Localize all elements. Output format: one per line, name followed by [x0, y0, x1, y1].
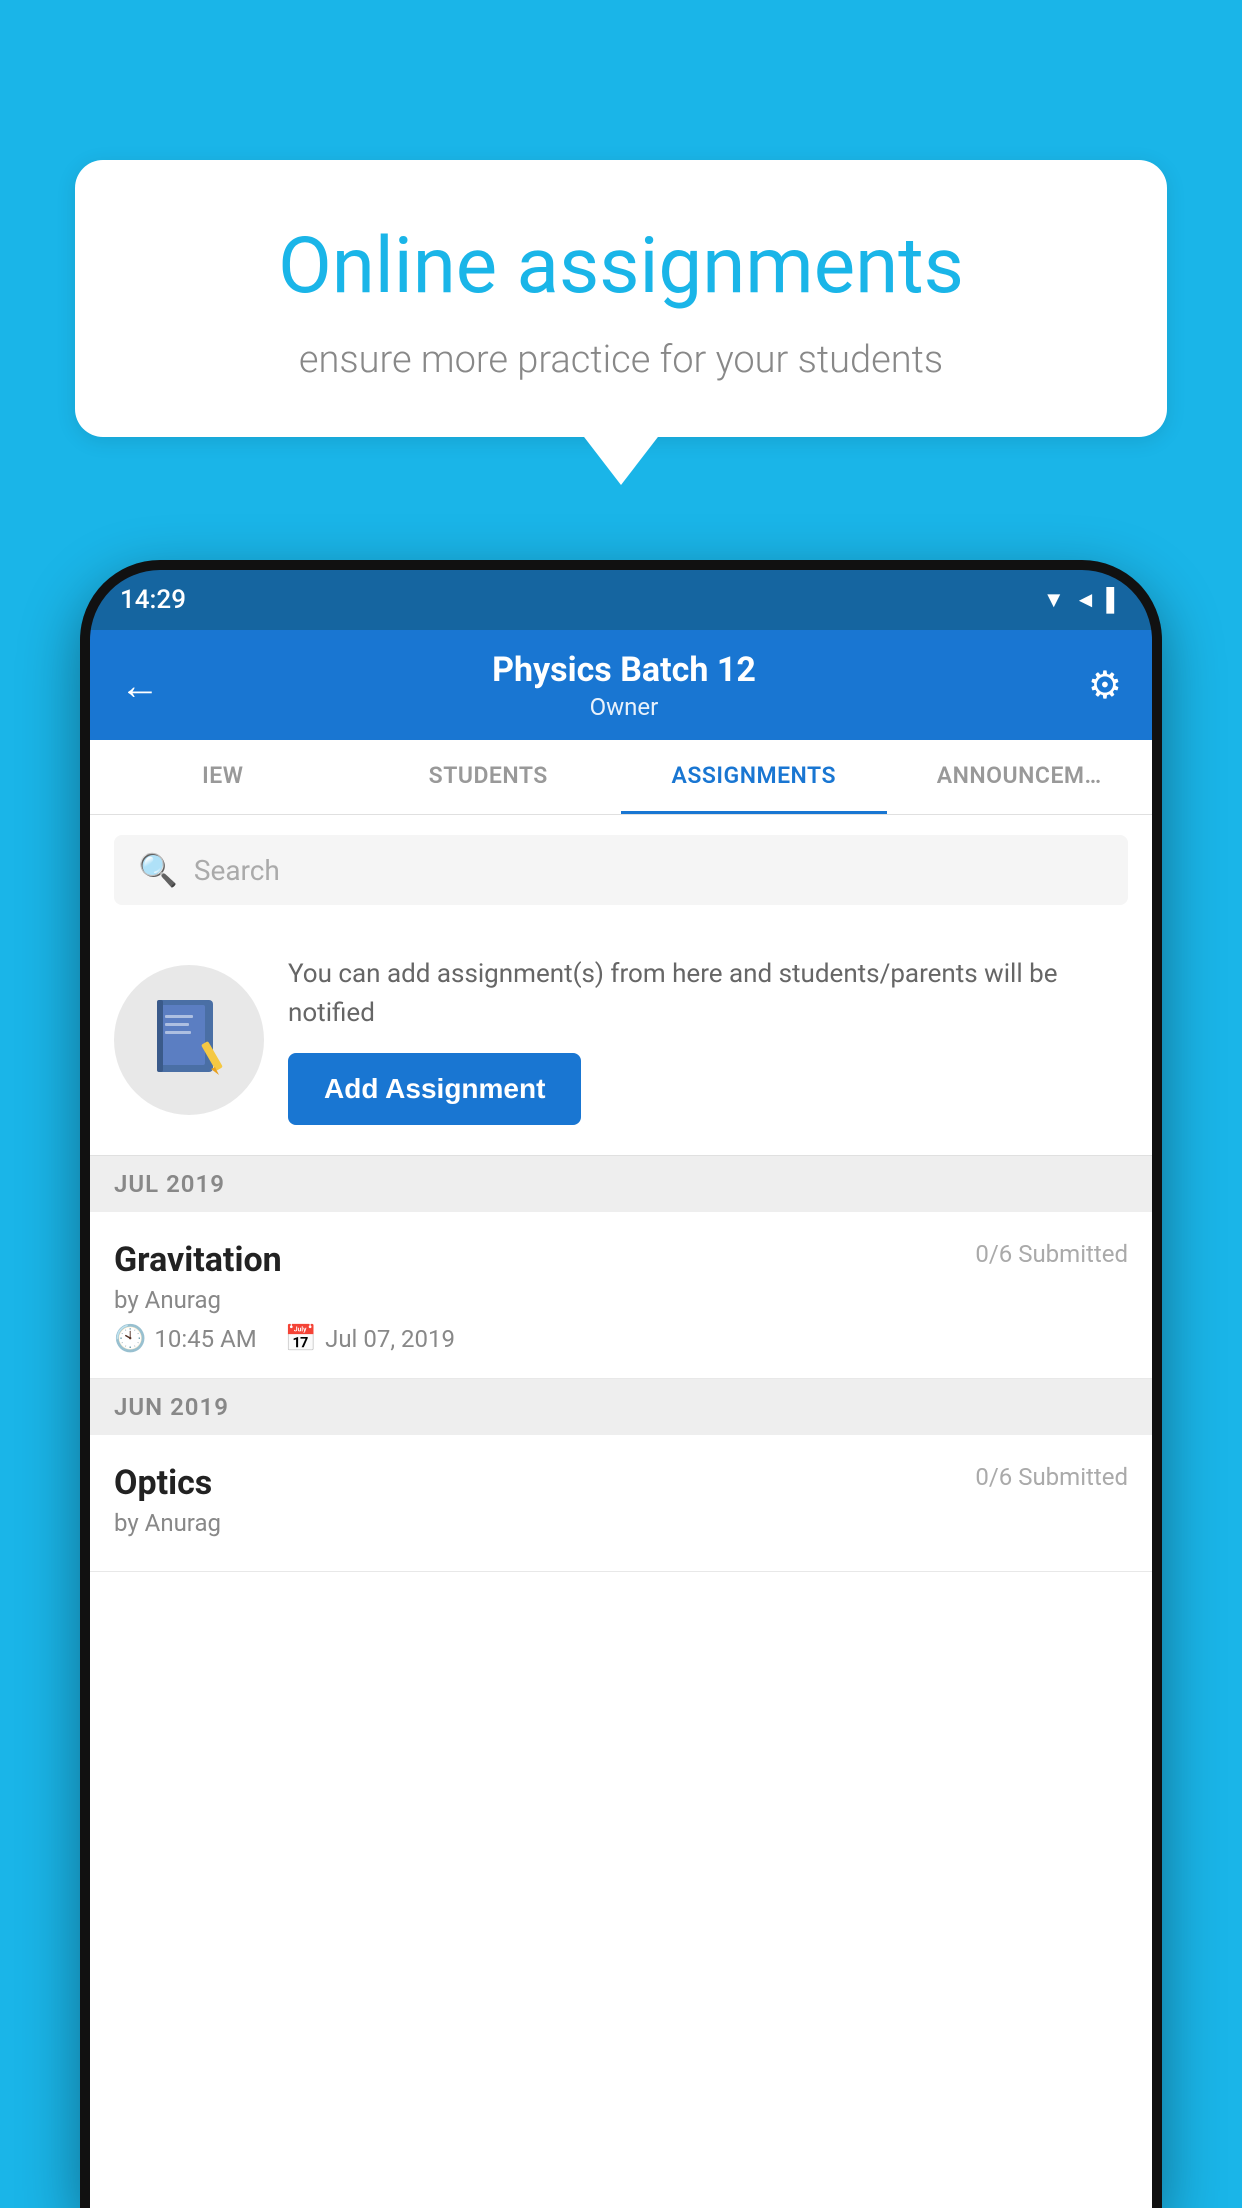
promo-description: You can add assignment(s) from here and …: [288, 955, 1128, 1033]
status-icons: ▼ ◄ ▌: [1043, 587, 1122, 613]
signal-icon: ◄: [1075, 587, 1097, 613]
search-input-wrapper[interactable]: 🔍 Search: [114, 835, 1128, 905]
bubble-subtitle: ensure more practice for your students: [145, 338, 1097, 382]
assignment-name: Gravitation: [114, 1240, 282, 1280]
assignment-by-optics: by Anurag: [114, 1509, 1128, 1537]
tabs-bar: IEW STUDENTS ASSIGNMENTS ANNOUNCEM…: [90, 740, 1152, 815]
tab-announcements[interactable]: ANNOUNCEM…: [887, 740, 1153, 814]
app-header: ← Physics Batch 12 Owner ⚙: [90, 630, 1152, 740]
date-meta: 📅 Jul 07, 2019: [285, 1324, 455, 1354]
assignment-top-row: Gravitation 0/6 Submitted: [114, 1240, 1128, 1280]
add-assignment-promo: You can add assignment(s) from here and …: [90, 925, 1152, 1156]
status-bar: 14:29 ▼ ◄ ▌: [90, 570, 1152, 630]
phone-inner: 14:29 ▼ ◄ ▌ ← Physics Batch 12 Owner ⚙ I…: [90, 570, 1152, 2208]
promo-icon-circle: [114, 965, 264, 1115]
header-title-area: Physics Batch 12 Owner: [492, 650, 756, 721]
search-placeholder: Search: [194, 854, 280, 887]
tab-iew[interactable]: IEW: [90, 740, 356, 814]
phone-frame: 14:29 ▼ ◄ ▌ ← Physics Batch 12 Owner ⚙ I…: [80, 560, 1162, 2208]
add-assignment-button[interactable]: Add Assignment: [288, 1053, 581, 1125]
assignment-meta: 🕙 10:45 AM 📅 Jul 07, 2019: [114, 1324, 1128, 1354]
wifi-icon: ▼: [1043, 587, 1065, 613]
assignment-name-optics: Optics: [114, 1463, 212, 1503]
promo-text-area: You can add assignment(s) from here and …: [288, 955, 1128, 1125]
assignment-date: Jul 07, 2019: [325, 1325, 455, 1353]
assignment-top-row-optics: Optics 0/6 Submitted: [114, 1463, 1128, 1503]
calendar-icon: 📅: [285, 1324, 317, 1354]
header-title: Physics Batch 12: [492, 650, 756, 690]
bubble-title: Online assignments: [145, 220, 1097, 314]
settings-icon[interactable]: ⚙: [1088, 663, 1122, 708]
assignment-time: 10:45 AM: [154, 1325, 256, 1353]
month-header-jun: JUN 2019: [90, 1379, 1152, 1435]
tab-students[interactable]: STUDENTS: [356, 740, 622, 814]
clock-icon: 🕙: [114, 1324, 146, 1354]
tab-assignments[interactable]: ASSIGNMENTS: [621, 740, 887, 814]
status-time: 14:29: [120, 585, 186, 615]
battery-icon: ▌: [1106, 587, 1122, 613]
back-button[interactable]: ←: [120, 662, 160, 709]
speech-bubble-card: Online assignments ensure more practice …: [75, 160, 1167, 437]
assignment-by: by Anurag: [114, 1286, 1128, 1314]
header-subtitle: Owner: [492, 693, 756, 721]
assignment-submitted-optics: 0/6 Submitted: [975, 1463, 1128, 1491]
screen-content: 🔍 Search: [90, 815, 1152, 2208]
assignment-submitted: 0/6 Submitted: [975, 1240, 1128, 1268]
assignment-item-gravitation[interactable]: Gravitation 0/6 Submitted by Anurag 🕙 10…: [90, 1212, 1152, 1379]
time-meta: 🕙 10:45 AM: [114, 1324, 257, 1354]
search-bar-area: 🔍 Search: [90, 815, 1152, 925]
search-icon: 🔍: [138, 851, 178, 889]
notebook-icon: [149, 995, 229, 1085]
month-header-jul: JUL 2019: [90, 1156, 1152, 1212]
assignment-item-optics[interactable]: Optics 0/6 Submitted by Anurag: [90, 1435, 1152, 1572]
